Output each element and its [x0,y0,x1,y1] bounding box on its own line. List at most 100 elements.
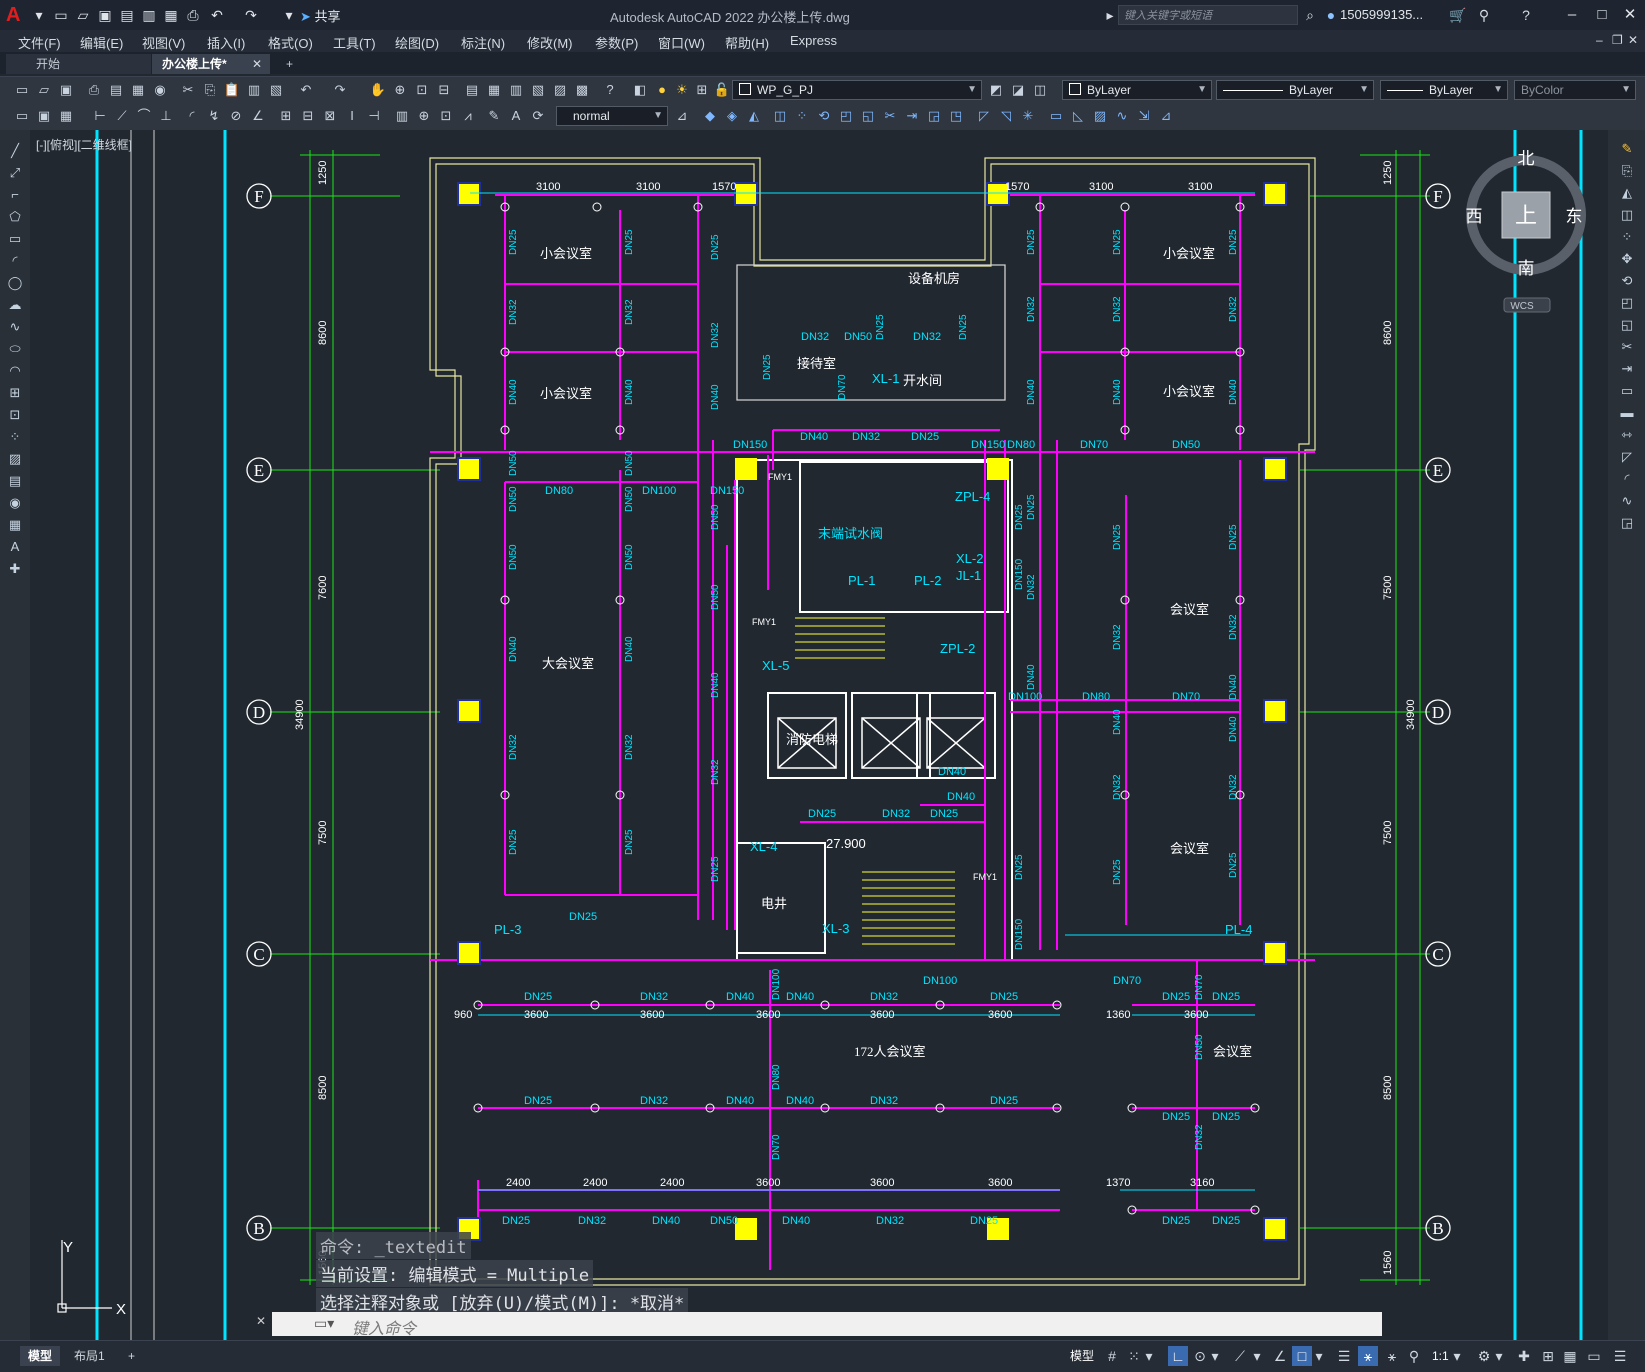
plot-icon[interactable]: ⎙ [84,80,104,100]
chevron-down-icon[interactable]: ▾ [1210,1346,1220,1366]
plot-preview-icon[interactable]: ▤ [106,80,126,100]
app-menu-arrow-icon[interactable]: ▾ [30,6,48,24]
menu-express[interactable]: Express [790,33,837,48]
layer-thaw-icon[interactable]: ☀ [672,80,692,100]
dim-update-icon[interactable]: ⟳ [528,106,548,126]
radius-dim-icon[interactable]: ◜ [182,106,202,126]
redo-icon[interactable]: ↷ [330,80,350,100]
design-center-icon[interactable]: ▦ [484,80,504,100]
tab-layout1[interactable]: 布局1 [66,1346,113,1366]
array-tool-icon[interactable]: ⁘ [1616,228,1638,246]
menu-file[interactable]: 文件(F) [18,33,61,52]
tab-start[interactable]: 开始 [6,54,151,74]
gradient-tool-icon[interactable]: ▤ [4,472,26,490]
doc-close-button[interactable]: ✕ [1628,33,1638,47]
share-button[interactable]: ➤ 共享 [300,6,341,25]
erase-tool-icon[interactable]: ✎ [1616,140,1638,158]
chevron-down-icon[interactable]: ▾ [1252,1346,1262,1366]
markup-icon[interactable]: ▨ [550,80,570,100]
polygon-tool-icon[interactable]: ⬠ [4,208,26,226]
layer-dropdown[interactable]: WP_G_PJ ▼ [732,80,982,100]
model-space-button[interactable]: 模型 [1062,1346,1102,1366]
rectangle-tool-icon[interactable]: ▭ [4,230,26,248]
autodesk-app-icon[interactable]: ⚲ [1474,5,1494,25]
viewcube-south-label[interactable]: 南 [1518,259,1535,278]
break-at-point-tool-icon[interactable]: ▭ [1616,382,1638,400]
arc-length-icon[interactable]: ⌒ [134,106,154,126]
ortho-icon[interactable]: ∟ [1168,1346,1188,1366]
osnap-icon[interactable]: □ [1292,1346,1312,1366]
print-icon[interactable]: ⎙ [184,6,202,24]
menu-parametric[interactable]: 参数(P) [595,33,638,52]
explode-icon[interactable]: ✳ [1018,106,1038,126]
menu-edit[interactable]: 编辑(E) [80,33,123,52]
move-tool-icon[interactable]: ✥ [1616,250,1638,268]
viewcube[interactable]: 上 北 南 东 西 WCS [1462,149,1592,330]
close-button[interactable]: ✕ [1616,3,1644,27]
region-tool-icon[interactable]: ◉ [4,494,26,512]
zoom-realtime-icon[interactable]: ⊕ [390,80,410,100]
chevron-down-icon[interactable]: ▾ [1314,1346,1324,1366]
help-search-input[interactable]: 键入关键字或短语 [1118,5,1298,25]
doc-restore-button[interactable]: ❐ [1612,33,1623,47]
stretch-icon[interactable]: ◱ [858,106,878,126]
annotation-visibility-icon[interactable]: ⚹ [1358,1346,1378,1366]
break-tool-icon[interactable]: ▬ [1616,404,1638,422]
scale-icon[interactable]: ◰ [836,106,856,126]
command-line[interactable]: ▭▾ 键入命令 [272,1312,1382,1338]
undo-icon[interactable]: ↶ [208,6,226,24]
menu-draw[interactable]: 绘图(D) [395,33,439,52]
user-icon[interactable]: ● [1322,5,1340,25]
stretch-tool-icon[interactable]: ◱ [1616,316,1638,334]
table-tool-icon[interactable]: ▦ [4,516,26,534]
open-file-icon[interactable]: ▱ [74,6,92,24]
menu-tools[interactable]: 工具(T) [333,33,376,52]
undo-icon[interactable]: ↶ [296,80,316,100]
copy-icon[interactable]: ⎘ [200,80,220,100]
user-name[interactable]: 1505999135... [1340,7,1423,22]
save-icon[interactable]: ▣ [96,6,114,24]
inspect-icon[interactable]: ⊡ [436,106,456,126]
sheet-set-icon[interactable]: ▧ [528,80,548,100]
help-icon[interactable]: ? [1516,5,1536,25]
polyline-tool-icon[interactable]: ⌐ [4,186,26,204]
auto-scale-icon[interactable]: ⚹ [1382,1346,1402,1366]
customize-qat-icon[interactable]: ▾ [280,6,298,24]
menu-dimension[interactable]: 标注(N) [461,33,505,52]
dim-space-icon[interactable]: I [342,106,362,126]
help-icon[interactable]: ? [600,80,620,100]
xline-tool-icon[interactable]: ⤢ [4,164,26,182]
break-icon[interactable]: ◲ [924,106,944,126]
autocad-logo-icon[interactable]: A [6,4,28,26]
workspace-gear-icon[interactable]: ⚙ [1474,1346,1494,1366]
blend-tool-icon[interactable]: ∿ [1616,492,1638,510]
dim-break-icon[interactable]: ⊣ [364,106,384,126]
tab-model[interactable]: 模型 [20,1346,61,1366]
layer-match-icon[interactable]: ◫ [1030,80,1050,100]
trim-icon[interactable]: ✂ [880,106,900,126]
isodraft-icon[interactable]: ⟋ [1230,1346,1250,1366]
paste-icon[interactable]: 📋 [222,80,242,100]
maximize-button[interactable]: □ [1588,3,1616,27]
menu-format[interactable]: 格式(O) [268,33,313,52]
lineweight-icon[interactable]: ☰ [1334,1346,1354,1366]
dim-text-edit-icon[interactable]: A [506,106,526,126]
ellipse-tool-icon[interactable]: ⬭ [4,340,26,358]
tab-drawing[interactable]: 办公楼上传* ✕ [152,54,270,74]
layer-unlock-icon[interactable]: 🔓 [712,80,732,100]
annotation-scale-icon[interactable]: ⚲ [1404,1346,1424,1366]
line-tool-icon[interactable]: ╱ [4,142,26,160]
chamfer-icon[interactable]: ◸ [974,106,994,126]
spline-edit-icon[interactable]: ∿ [1112,106,1132,126]
aligned-dim-icon[interactable]: ⟋ [112,106,132,126]
tolerance-icon[interactable]: ▥ [392,106,412,126]
diameter-dim-icon[interactable]: ⊘ [226,106,246,126]
quick-dim-icon[interactable]: ⊞ [276,106,296,126]
polar-icon[interactable]: ⊙ [1190,1346,1210,1366]
spline-tool-icon[interactable]: ∿ [4,318,26,336]
align-icon[interactable]: ⊿ [1156,106,1176,126]
cart-icon[interactable]: 🛒 [1448,5,1468,25]
tab-close-icon[interactable]: ✕ [252,54,262,74]
color-dropdown[interactable]: ByLayer ▼ [1062,80,1212,100]
copy-tool-icon[interactable]: ⎘ [1616,162,1638,180]
